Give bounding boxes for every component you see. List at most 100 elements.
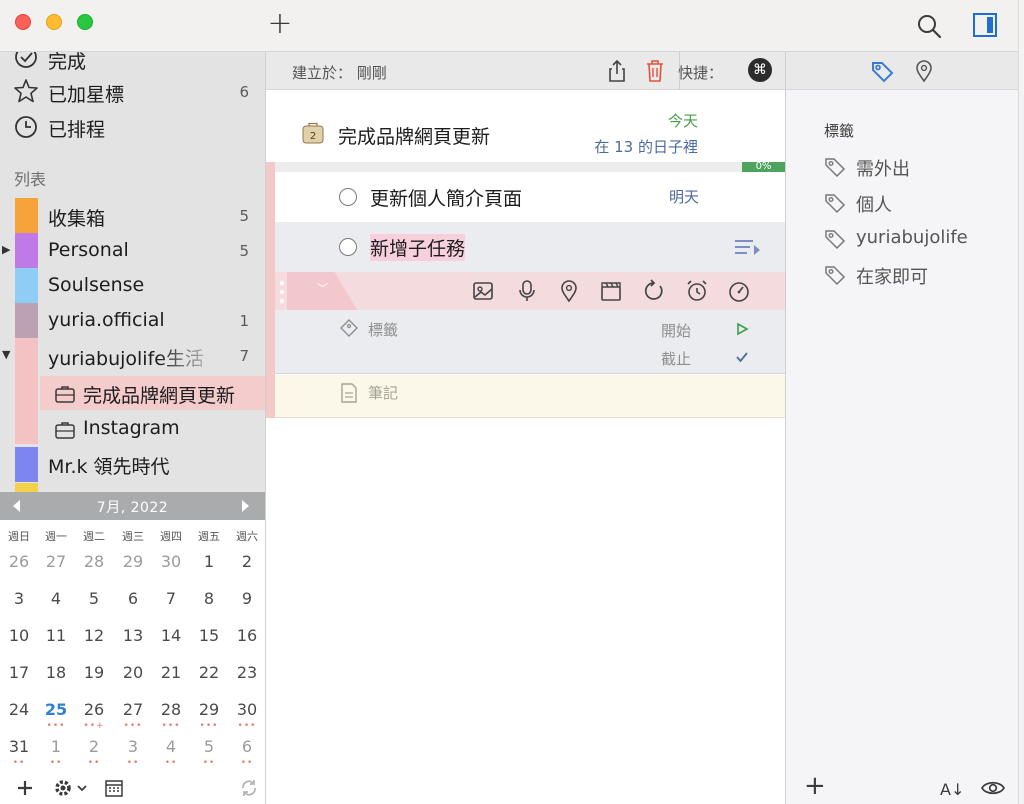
tag-icon[interactable]: [870, 59, 894, 83]
gauge-icon[interactable]: [727, 279, 751, 303]
sync-icon[interactable]: [238, 776, 260, 800]
play-icon[interactable]: [735, 322, 749, 336]
image-icon[interactable]: [471, 279, 495, 303]
calendar-day[interactable]: 1: [37, 737, 75, 756]
calendar-day[interactable]: 19: [75, 663, 113, 682]
calendar-day[interactable]: 3: [0, 589, 38, 608]
sidebar-item-yuria-official[interactable]: yuria.official 1: [0, 303, 265, 337]
search-icon[interactable]: [915, 12, 943, 40]
calendar-day[interactable]: 5: [190, 737, 228, 756]
repeat-icon[interactable]: [642, 279, 666, 303]
calendar-day[interactable]: 8: [190, 589, 228, 608]
add-task-button[interactable]: +: [266, 9, 294, 39]
calendar-day[interactable]: 7: [152, 589, 190, 608]
calendar-day[interactable]: 14: [152, 626, 190, 645]
command-icon[interactable]: ⌘: [748, 58, 772, 82]
calendar-day[interactable]: 20: [114, 663, 152, 682]
calendar-day[interactable]: 15: [190, 626, 228, 645]
calendar-day[interactable]: 26: [75, 700, 113, 719]
calendar-day[interactable]: 24: [0, 700, 38, 719]
close-window-button[interactable]: [15, 14, 31, 30]
trash-icon[interactable]: [644, 59, 666, 83]
calendar-day[interactable]: 27: [37, 552, 75, 571]
calendar-day[interactable]: 22: [190, 663, 228, 682]
sidebar-project-instagram[interactable]: Instagram: [40, 412, 265, 446]
subtask-title[interactable]: 更新個人簡介頁面: [370, 184, 522, 211]
minimize-window-button[interactable]: [46, 14, 62, 30]
eye-icon[interactable]: [980, 778, 1006, 798]
calendar-day[interactable]: 25: [37, 700, 75, 719]
task-due-date[interactable]: 今天: [668, 110, 698, 131]
calendar-day[interactable]: 6: [114, 589, 152, 608]
clapperboard-icon[interactable]: [599, 279, 623, 303]
gear-icon[interactable]: [52, 776, 90, 800]
sort-tags-button[interactable]: A↓: [940, 780, 964, 799]
calendar-day[interactable]: 17: [0, 663, 38, 682]
calendar-day[interactable]: 4: [37, 589, 75, 608]
sidebar-toggle-icon[interactable]: [972, 12, 998, 38]
calendar-day[interactable]: 21: [152, 663, 190, 682]
calendar-day[interactable]: 11: [37, 626, 75, 645]
start-date-label[interactable]: 開始: [661, 320, 691, 341]
sidebar-item-mrk[interactable]: Mr.k 領先時代: [0, 447, 265, 481]
checkmark-icon[interactable]: [735, 350, 749, 364]
sidebar-item-inbox[interactable]: 收集箱 5: [0, 198, 265, 232]
alarm-clock-icon[interactable]: [685, 279, 709, 303]
calendar-day[interactable]: 28: [75, 552, 113, 571]
subtask-checkbox[interactable]: [339, 238, 357, 256]
tags-field[interactable]: 標籤: [368, 319, 398, 340]
tag-item[interactable]: 個人: [824, 188, 1004, 218]
tag-item[interactable]: 在家即可: [824, 260, 1004, 290]
sidebar-item-yuriabujolife[interactable]: ▼ yuriabujolife生活 7: [0, 338, 265, 372]
share-icon[interactable]: [606, 59, 628, 83]
chevron-down-icon[interactable]: ﹀: [317, 280, 328, 296]
chevron-right-icon[interactable]: [236, 496, 254, 516]
calendar-day[interactable]: 28: [152, 700, 190, 719]
zoom-window-button[interactable]: [77, 14, 93, 30]
sidebar-item-scheduled[interactable]: 已排程: [0, 110, 265, 144]
sidebar-item-starred[interactable]: 已加星標 6: [0, 74, 265, 108]
drag-handle-icon[interactable]: [279, 280, 285, 304]
calendar-day[interactable]: 31: [0, 737, 38, 756]
calendar-day[interactable]: 9: [228, 589, 266, 608]
tag-item[interactable]: yuriabujolife: [824, 224, 1004, 254]
calendar-day[interactable]: 30: [152, 552, 190, 571]
subtask-title-input[interactable]: 新增子任務: [370, 234, 466, 261]
due-date-label[interactable]: 截止: [661, 348, 691, 369]
calendar-icon[interactable]: [103, 776, 125, 800]
calendar-day[interactable]: 12: [75, 626, 113, 645]
subtask-due-date[interactable]: 明天: [669, 186, 699, 207]
sidebar-project-brand-web[interactable]: 完成品牌網頁更新: [40, 376, 265, 410]
add-list-icon[interactable]: [14, 776, 36, 800]
tag-item[interactable]: 需外出: [824, 152, 1004, 182]
sidebar-item-soulsense[interactable]: Soulsense: [0, 268, 265, 302]
calendar-day[interactable]: 5: [75, 589, 113, 608]
calendar-day[interactable]: 2: [228, 552, 266, 571]
calendar-day[interactable]: 3: [114, 737, 152, 756]
calendar-day[interactable]: 4: [152, 737, 190, 756]
add-tag-button[interactable]: +: [804, 773, 826, 799]
subtask-checkbox[interactable]: [339, 188, 357, 206]
calendar-day[interactable]: 27: [114, 700, 152, 719]
disclosure-right-icon[interactable]: ▶: [2, 243, 10, 256]
calendar-day[interactable]: 13: [114, 626, 152, 645]
calendar-day[interactable]: 26: [0, 552, 38, 571]
notes-placeholder[interactable]: 筆記: [368, 382, 398, 403]
subtask-sort-icon[interactable]: [733, 238, 761, 256]
task-title[interactable]: 完成品牌網頁更新: [338, 122, 490, 149]
calendar-day[interactable]: 16: [228, 626, 266, 645]
calendar-day[interactable]: 29: [114, 552, 152, 571]
sidebar-item-personal[interactable]: ▶ Personal 5: [0, 233, 265, 267]
disclosure-down-icon[interactable]: ▼: [2, 348, 10, 361]
calendar-day[interactable]: 10: [0, 626, 38, 645]
notes-area[interactable]: 筆記: [275, 375, 785, 418]
microphone-icon[interactable]: [515, 279, 539, 303]
subtask-row[interactable]: 新增子任務: [275, 222, 785, 272]
location-pin-icon[interactable]: [912, 59, 936, 83]
calendar-day[interactable]: 1: [190, 552, 228, 571]
calendar-day[interactable]: 18: [37, 663, 75, 682]
calendar-day[interactable]: 29: [190, 700, 228, 719]
location-pin-icon[interactable]: [557, 279, 581, 303]
calendar-day[interactable]: 6: [228, 737, 266, 756]
sidebar-item-completed[interactable]: 完成: [0, 52, 265, 76]
